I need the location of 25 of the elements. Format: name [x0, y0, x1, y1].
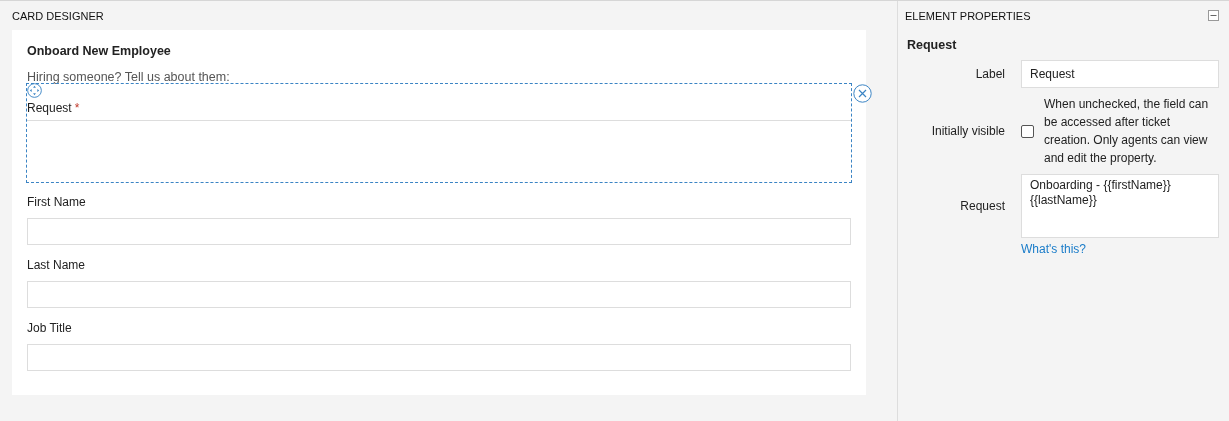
- help-link[interactable]: What's this?: [1021, 242, 1086, 256]
- required-mark: *: [74, 101, 80, 115]
- input-field[interactable]: [27, 218, 851, 245]
- element-title: Request: [907, 38, 958, 52]
- checkbox[interactable]: [1021, 124, 1034, 138]
- collapse-icon[interactable]: [1208, 10, 1219, 21]
- input-field[interactable]: [27, 281, 851, 308]
- field-label: Job Title: [27, 321, 72, 335]
- panel-title: ELEMENT PROPERTIES: [905, 9, 1031, 22]
- card-description: Hiring someone? Tell us about them:: [27, 70, 231, 84]
- text-area[interactable]: Onboarding - {{firstName}} {{lastName}}: [1021, 174, 1219, 238]
- property-label: Initially visible: [930, 124, 1005, 138]
- input-field[interactable]: [27, 344, 851, 371]
- property-label: Label: [974, 67, 1005, 81]
- field-label: First Name: [27, 195, 86, 209]
- field-label: Request: [27, 101, 72, 115]
- close-icon[interactable]: [853, 84, 872, 103]
- field-label: Last Name: [27, 258, 86, 272]
- card-title: Onboard New Employee: [27, 44, 172, 58]
- property-label: Request: [959, 199, 1005, 213]
- move-icon[interactable]: [27, 83, 42, 98]
- panel-title: CARD DESIGNER: [12, 8, 105, 24]
- label-input[interactable]: Request: [1021, 60, 1219, 88]
- checkbox-description: When unchecked, the field can be accessed after ticket creation. Only agents can view and edit the property.: [1044, 96, 1210, 167]
- selected-field-outline[interactable]: Request *: [27, 84, 851, 182]
